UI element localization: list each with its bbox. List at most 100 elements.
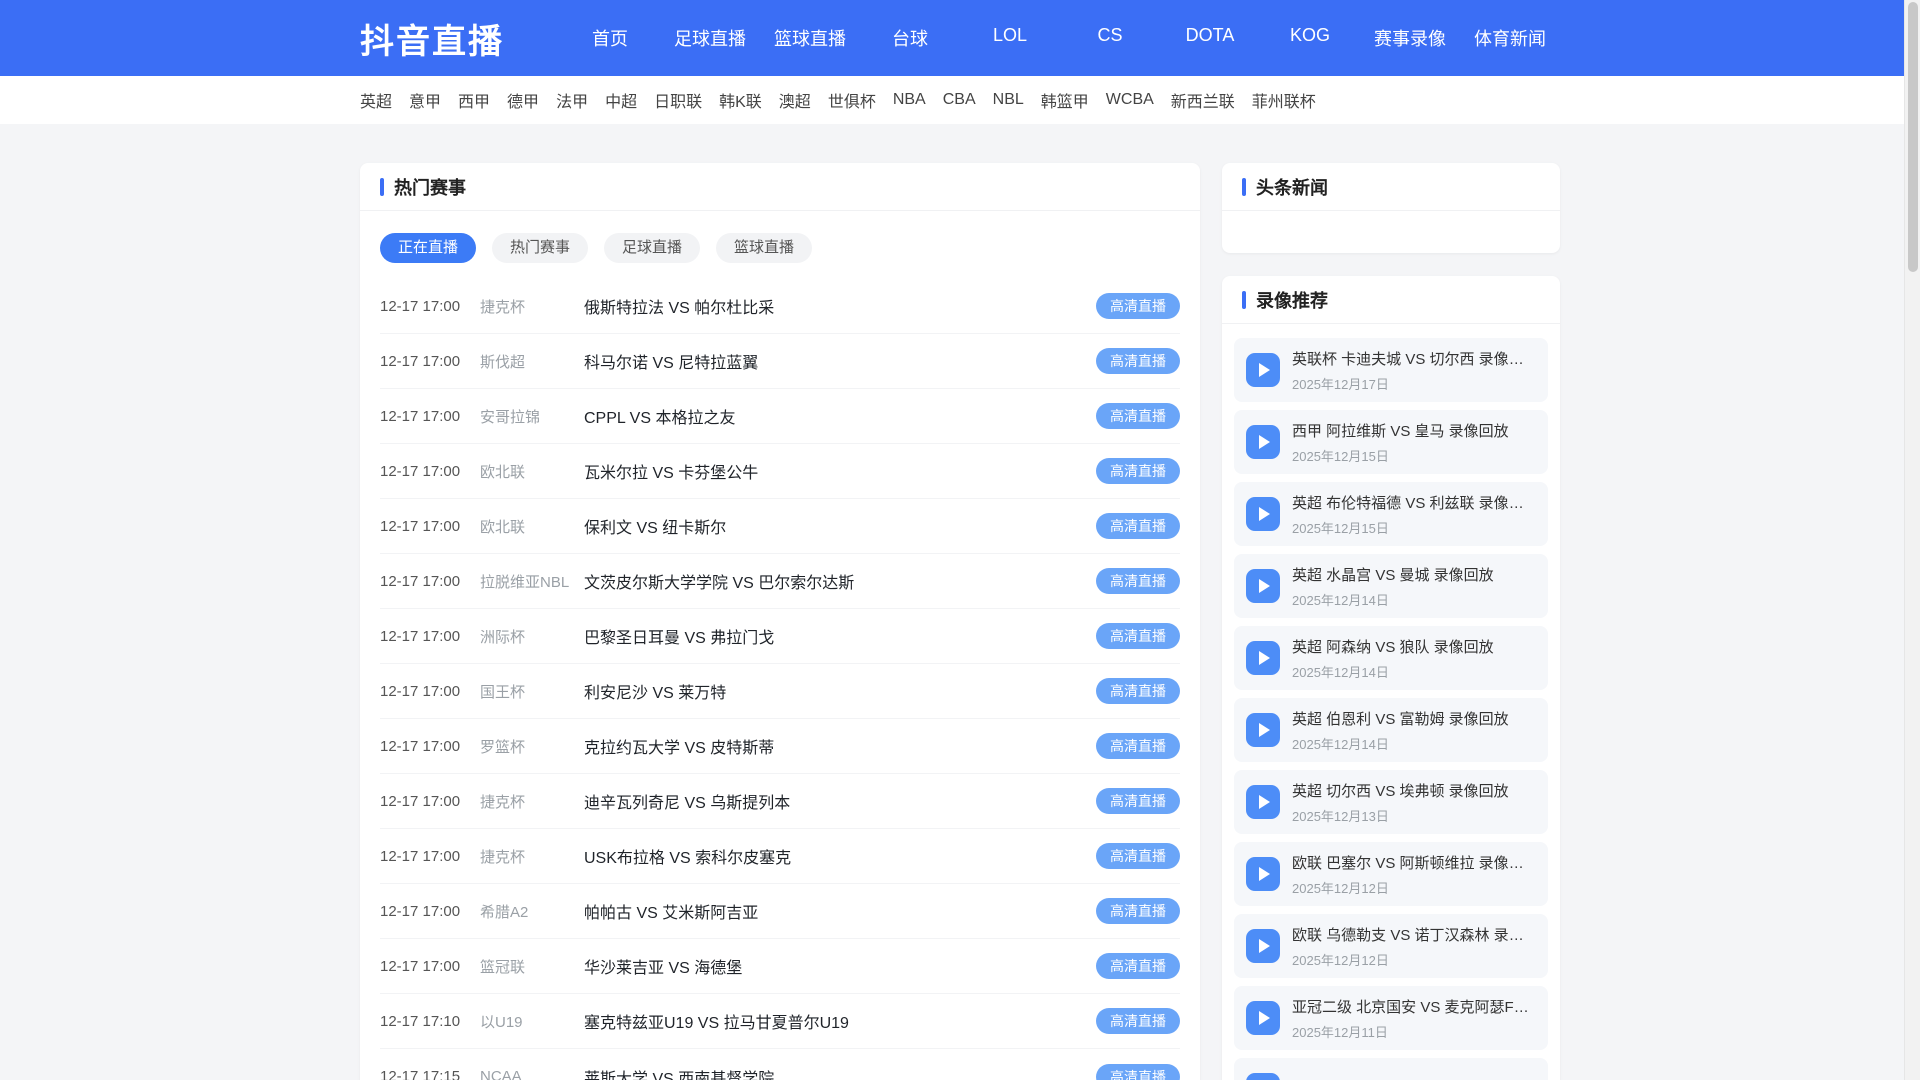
hd-live-badge[interactable]: 高清直播: [1096, 513, 1180, 539]
main-nav-item[interactable]: 台球: [860, 25, 960, 51]
match-title: 瓦米尔拉 VS 卡芬堡公牛: [584, 465, 759, 482]
match-row[interactable]: 12-17 17:00 欧北联 瓦米尔拉 VS 卡芬堡公牛 高清直播: [380, 444, 1180, 499]
scrollbar[interactable]: [1904, 0, 1920, 1080]
video-item[interactable]: 英超 布伦特福德 VS 利兹联 录像回放 2025年12月15日: [1234, 482, 1548, 546]
match-row[interactable]: 12-17 17:00 捷克杯 迪辛瓦列奇尼 VS 乌斯提列本 高清直播: [380, 774, 1180, 829]
league-nav-item[interactable]: 世俱杯: [828, 88, 876, 112]
video-item[interactable]: 英超 切尔西 VS 埃弗顿 录像回放 2025年12月13日: [1234, 770, 1548, 834]
main-nav-item[interactable]: 体育新闻: [1460, 25, 1560, 51]
video-text: 欧联 乌德勒支 VS 诺丁汉森林 录像... 2025年12月12日: [1292, 924, 1536, 969]
play-icon[interactable]: [1246, 1001, 1280, 1035]
video-item[interactable]: 英超 伯恩利 VS 富勒姆 录像回放 2025年12月14日: [1234, 698, 1548, 762]
match-league: 安哥拉锦: [480, 408, 541, 426]
video-item[interactable]: 欧冠 皇马 VS 曼城 录像回放: [1234, 1058, 1548, 1080]
match-league: 欧北联: [480, 463, 526, 481]
league-nav-item[interactable]: 澳超: [779, 88, 811, 112]
hd-live-badge[interactable]: 高清直播: [1096, 568, 1180, 594]
league-nav-item[interactable]: CBA: [943, 91, 976, 109]
play-icon[interactable]: [1246, 569, 1280, 603]
hd-live-badge[interactable]: 高清直播: [1096, 458, 1180, 484]
league-nav-item[interactable]: 韩K联: [719, 88, 762, 112]
scrollbar-thumb[interactable]: [1908, 2, 1918, 272]
main-nav-item[interactable]: 赛事录像: [1360, 25, 1460, 51]
filter-pill[interactable]: 足球直播: [604, 233, 701, 263]
video-item[interactable]: 英超 阿森纳 VS 狼队 录像回放 2025年12月14日: [1234, 626, 1548, 690]
play-icon[interactable]: [1246, 857, 1280, 891]
match-row[interactable]: 12-17 17:00 捷克杯 USK布拉格 VS 索科尔皮塞克 高清直播: [380, 829, 1180, 884]
league-nav-item[interactable]: 德甲: [507, 88, 539, 112]
match-row[interactable]: 12-17 17:00 国王杯 利安尼沙 VS 莱万特 高清直播: [380, 664, 1180, 719]
hd-live-badge[interactable]: 高清直播: [1096, 293, 1180, 319]
match-row[interactable]: 12-17 17:00 洲际杯 巴黎圣日耳曼 VS 弗拉门戈 高清直播: [380, 609, 1180, 664]
video-text: 英超 水晶宫 VS 曼城 录像回放 2025年12月14日: [1292, 564, 1494, 609]
video-item[interactable]: 欧联 乌德勒支 VS 诺丁汉森林 录像... 2025年12月12日: [1234, 914, 1548, 978]
league-nav-item[interactable]: 意甲: [409, 88, 441, 112]
match-row[interactable]: 12-17 17:00 斯伐超 科马尔诺 VS 尼特拉蓝翼 高清直播: [380, 334, 1180, 389]
match-row[interactable]: 12-17 17:00 欧北联 保利文 VS 纽卡斯尔 高清直播: [380, 499, 1180, 554]
league-nav-item[interactable]: NBA: [893, 91, 926, 109]
play-icon[interactable]: [1246, 713, 1280, 747]
match-row[interactable]: 12-17 17:15 NCAA 莱斯大学 VS 西南基督学院 高清直播: [380, 1049, 1180, 1080]
play-icon[interactable]: [1246, 497, 1280, 531]
hd-live-badge[interactable]: 高清直播: [1096, 1063, 1180, 1080]
hd-live-badge[interactable]: 高清直播: [1096, 678, 1180, 704]
site-logo[interactable]: 抖音直播: [360, 14, 504, 63]
hd-live-badge[interactable]: 高清直播: [1096, 403, 1180, 429]
match-league: 欧北联: [480, 518, 526, 536]
filter-pill[interactable]: 篮球直播: [716, 233, 813, 263]
video-item[interactable]: 欧联 巴塞尔 VS 阿斯顿维拉 录像回放 2025年12月12日: [1234, 842, 1548, 906]
league-nav-item[interactable]: 西甲: [458, 88, 490, 112]
content-container: 热门赛事 正在直播 热门赛事 足球直播 篮球直播 12-17 17:00 捷克杯…: [360, 163, 1560, 1080]
match-row[interactable]: 12-17 17:00 篮冠联 华沙莱吉亚 VS 海德堡 高清直播: [380, 939, 1180, 994]
main-nav-item[interactable]: 首页: [560, 25, 660, 51]
main-nav-item[interactable]: DOTA: [1160, 25, 1260, 51]
main-nav-item[interactable]: LOL: [960, 25, 1060, 51]
video-date: 2025年12月14日: [1292, 592, 1389, 608]
filter-pill[interactable]: 热门赛事: [492, 233, 589, 263]
hd-live-badge[interactable]: 高清直播: [1096, 953, 1180, 979]
match-row[interactable]: 12-17 17:10 以U19 塞克特兹亚U19 VS 拉马甘夏普尔U19 高…: [380, 994, 1180, 1049]
video-item[interactable]: 亚冠二级 北京国安 VS 麦克阿瑟FC ... 2025年12月11日: [1234, 986, 1548, 1050]
hd-live-badge[interactable]: 高清直播: [1096, 1008, 1180, 1034]
video-title: 英超 布伦特福德 VS 利兹联 录像回放: [1292, 494, 1536, 512]
play-icon[interactable]: [1246, 785, 1280, 819]
video-title: 亚冠二级 北京国安 VS 麦克阿瑟FC ...: [1292, 998, 1536, 1016]
main-nav-item[interactable]: CS: [1060, 25, 1160, 51]
filter-pill[interactable]: 正在直播: [380, 233, 477, 263]
hd-live-badge[interactable]: 高清直播: [1096, 843, 1180, 869]
video-date: 2025年12月12日: [1292, 880, 1389, 896]
league-nav-item[interactable]: 法甲: [556, 88, 588, 112]
main-nav-item[interactable]: 足球直播: [660, 25, 760, 51]
league-nav-item[interactable]: 新西兰联: [1171, 88, 1235, 112]
match-row[interactable]: 12-17 17:00 捷克杯 俄斯特拉法 VS 帕尔杜比采 高清直播: [380, 279, 1180, 334]
league-nav-item[interactable]: 中超: [605, 88, 637, 112]
hd-live-badge[interactable]: 高清直播: [1096, 623, 1180, 649]
video-date: 2025年12月13日: [1292, 808, 1389, 824]
match-row[interactable]: 12-17 17:00 希腊A2 帕帕古 VS 艾米斯阿吉亚 高清直播: [380, 884, 1180, 939]
league-nav-item[interactable]: WCBA: [1106, 91, 1154, 109]
match-row[interactable]: 12-17 17:00 拉脱维亚NBL 文茨皮尔斯大学学院 VS 巴尔索尔达斯 …: [380, 554, 1180, 609]
video-item[interactable]: 英联杯 卡迪夫城 VS 切尔西 录像回放 2025年12月17日: [1234, 338, 1548, 402]
hd-live-badge[interactable]: 高清直播: [1096, 898, 1180, 924]
main-nav-item[interactable]: 篮球直播: [760, 25, 860, 51]
league-nav-item[interactable]: 菲州联杯: [1252, 88, 1316, 112]
match-row[interactable]: 12-17 17:00 安哥拉锦 CPPL VS 本格拉之友 高清直播: [380, 389, 1180, 444]
hd-live-badge[interactable]: 高清直播: [1096, 733, 1180, 759]
league-nav-item[interactable]: NBL: [993, 91, 1024, 109]
league-nav-item[interactable]: 英超: [360, 88, 392, 112]
play-icon[interactable]: [1246, 425, 1280, 459]
video-item[interactable]: 西甲 阿拉维斯 VS 皇马 录像回放 2025年12月15日: [1234, 410, 1548, 474]
video-item[interactable]: 英超 水晶宫 VS 曼城 录像回放 2025年12月14日: [1234, 554, 1548, 618]
main-nav-item[interactable]: KOG: [1260, 25, 1360, 51]
league-nav-item[interactable]: 日职联: [654, 88, 702, 112]
match-row[interactable]: 12-17 17:00 罗篮杯 克拉约瓦大学 VS 皮特斯蒂 高清直播: [380, 719, 1180, 774]
play-icon[interactable]: [1246, 353, 1280, 387]
hd-live-badge[interactable]: 高清直播: [1096, 788, 1180, 814]
play-icon[interactable]: [1246, 1073, 1280, 1080]
hd-live-badge[interactable]: 高清直播: [1096, 348, 1180, 374]
play-icon[interactable]: [1246, 929, 1280, 963]
match-league: 捷克杯: [480, 298, 526, 316]
league-nav-item[interactable]: 韩篮甲: [1041, 88, 1089, 112]
play-icon[interactable]: [1246, 641, 1280, 675]
video-text: 西甲 阿拉维斯 VS 皇马 录像回放 2025年12月15日: [1292, 420, 1509, 465]
